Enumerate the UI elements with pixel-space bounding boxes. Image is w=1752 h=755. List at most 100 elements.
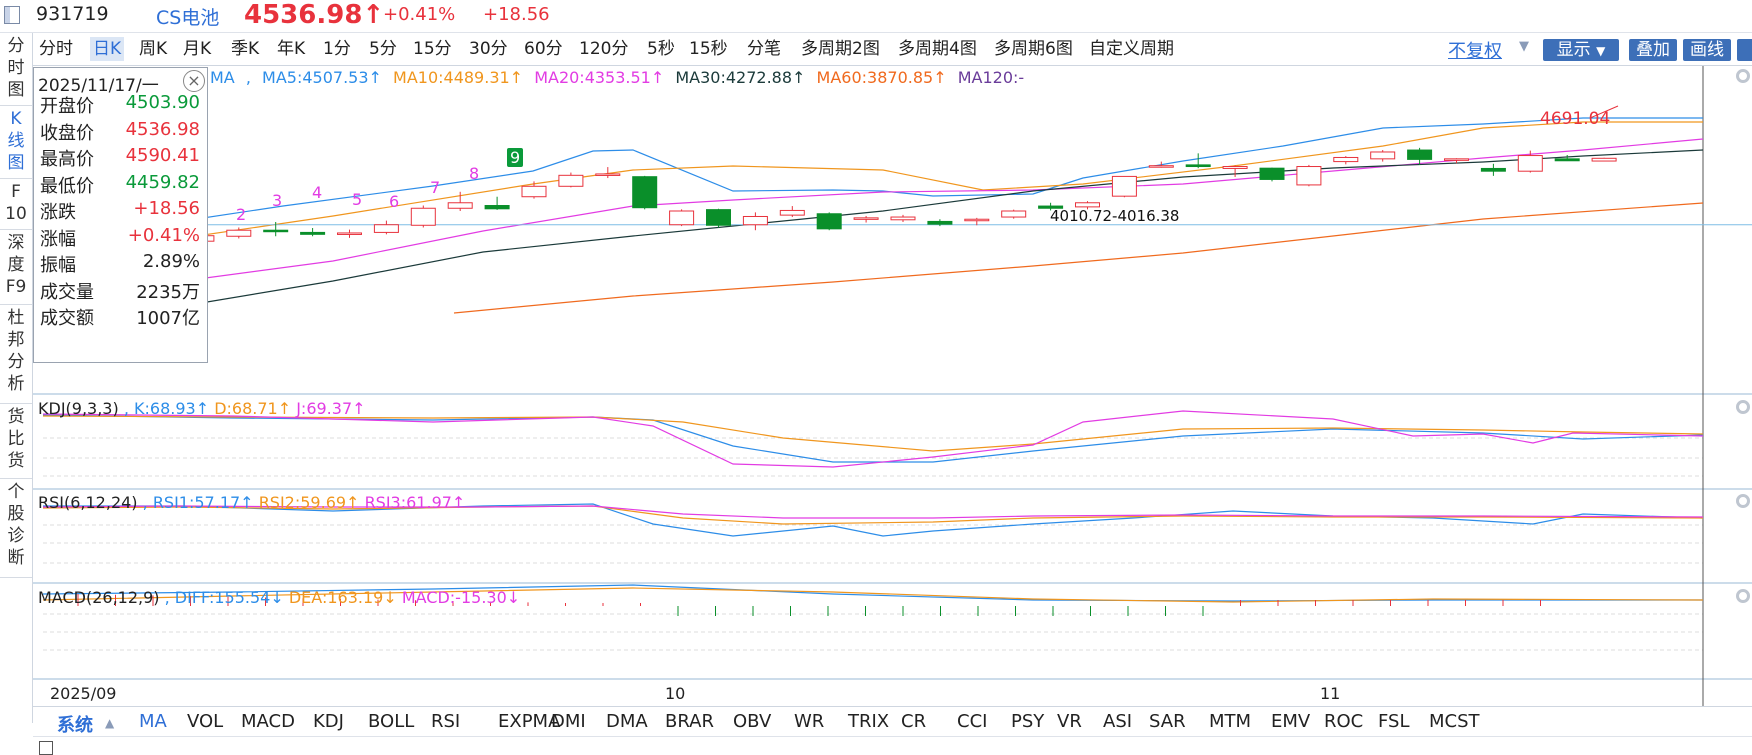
candle-body[interactable] [964,218,990,222]
indicator-rsi[interactable]: RSI [431,711,460,732]
period-2[interactable]: 周K [139,37,167,61]
candle-body[interactable] [595,173,621,176]
candle-body[interactable] [521,185,547,198]
period-6[interactable]: 1分 [323,37,351,61]
display-button[interactable]: 显示 ▼ [1543,39,1619,61]
candle-body[interactable] [1370,151,1396,160]
period-5[interactable]: 年K [277,37,305,61]
tab-deep-f9[interactable]: 深 度 F9 [0,230,32,305]
kdj-settings-icon[interactable] [1736,400,1750,414]
period-3[interactable]: 月K [183,37,211,61]
system-indicators-button[interactable]: 系统 [57,711,93,737]
indicator-vol[interactable]: VOL [187,711,223,732]
candle-body[interactable] [1407,149,1433,160]
indicator-psy[interactable]: PSY [1011,711,1044,732]
indicator-obv[interactable]: OBV [733,711,771,732]
candle-body[interactable] [927,220,953,225]
stock-name[interactable]: CS电池 [156,3,219,30]
period-9[interactable]: 30分 [469,37,508,61]
indicator-kdj[interactable]: KDJ [313,711,344,732]
indicator-cci[interactable]: CCI [957,711,987,732]
candle-body[interactable] [742,215,768,226]
candle-body[interactable] [447,202,473,209]
period-8[interactable]: 15分 [413,37,452,61]
macd-settings-icon[interactable] [1736,589,1750,603]
candle-body[interactable] [373,224,399,233]
period-10[interactable]: 60分 [524,37,563,61]
period-4[interactable]: 季K [231,37,259,61]
candle-body[interactable] [1259,167,1285,180]
candle-body[interactable] [1185,164,1211,168]
candle-body[interactable] [890,216,916,221]
period-0[interactable]: 分时 [39,37,73,61]
indicator-emv[interactable]: EMV [1271,711,1310,732]
overlay-button[interactable]: 叠加 [1629,39,1677,61]
indicator-fsl[interactable]: FSL [1378,711,1410,732]
tab-compare[interactable]: 货 比 货 [0,404,32,479]
candle-body[interactable] [706,209,731,226]
indicator-brar[interactable]: BRAR [665,711,714,732]
candle-body[interactable] [1296,166,1322,186]
draw-line-button[interactable]: 画线 [1683,39,1731,61]
indicator-cr[interactable]: CR [901,711,926,732]
candle-body[interactable] [1517,155,1543,172]
period-16[interactable]: 多周期4图 [898,37,977,61]
period-17[interactable]: 多周期6图 [994,37,1073,61]
candle-body[interactable] [300,231,326,235]
indicator-sar[interactable]: SAR [1149,711,1186,732]
candle-body[interactable] [1001,210,1027,218]
candle-body[interactable] [226,229,252,237]
indicator-asi[interactable]: ASI [1103,711,1132,732]
period-7[interactable]: 5分 [369,37,397,61]
period-13[interactable]: 15秒 [689,37,728,61]
tab-diagnosis[interactable]: 个 股 诊 断 [0,479,32,578]
candle-body[interactable] [1148,165,1174,168]
candle-body[interactable] [263,229,289,233]
candle-body[interactable] [1111,175,1137,197]
period-1[interactable]: 日K [90,37,125,61]
period-15[interactable]: 多周期2图 [801,37,880,61]
tab-timeshare[interactable]: 分 时 图 [0,33,32,106]
tab-f10[interactable]: F 10 [0,179,32,230]
candle-body[interactable] [1333,156,1359,163]
candle-body[interactable] [853,217,879,220]
chevron-down-icon[interactable]: ▼ [1519,39,1529,54]
candle-body[interactable] [1444,158,1469,161]
rsi-settings-icon[interactable] [1736,494,1750,508]
indicator-vr[interactable]: VR [1057,711,1082,732]
candle-body[interactable] [669,210,695,226]
period-11[interactable]: 120分 [579,37,628,61]
indicator-wr[interactable]: WR [794,711,824,732]
tab-dupont[interactable]: 杜 邦 分 析 [0,305,32,404]
indicator-ma[interactable]: MA [139,711,167,732]
indicator-mtm[interactable]: MTM [1209,711,1251,732]
candle-body[interactable] [410,207,436,226]
tab-kline[interactable]: K 线 图 [0,106,32,179]
candle-body[interactable] [1554,158,1580,162]
no-adjust-dropdown[interactable]: 不复权 [1448,37,1502,63]
window-icon[interactable] [4,6,20,24]
candle-body[interactable] [1222,166,1248,169]
indicator-trix[interactable]: TRIX [848,711,889,732]
triangle-up-icon[interactable]: ▲ [105,716,114,730]
indicator-dmi[interactable]: DMI [551,711,586,732]
more-tools-button[interactable] [1737,39,1752,61]
indicator-mcst[interactable]: MCST [1429,711,1480,732]
candle-body[interactable] [816,213,842,230]
close-icon[interactable]: × [183,70,205,92]
candle-body[interactable] [337,232,362,235]
candle-body[interactable] [1591,157,1617,162]
indicator-dma[interactable]: DMA [606,711,648,732]
candle-body[interactable] [779,209,805,216]
candle-body[interactable] [558,174,584,187]
candle-body[interactable] [632,176,658,209]
period-14[interactable]: 分笔 [747,37,781,61]
checkbox-icon[interactable] [39,741,53,755]
period-12[interactable]: 5秒 [647,37,675,61]
period-18[interactable]: 自定义周期 [1089,37,1174,61]
indicator-roc[interactable]: ROC [1324,711,1363,732]
candle-body[interactable] [1480,167,1506,172]
indicator-boll[interactable]: BOLL [368,711,414,732]
chart-area[interactable] [33,66,1752,706]
candle-body[interactable] [484,205,510,210]
